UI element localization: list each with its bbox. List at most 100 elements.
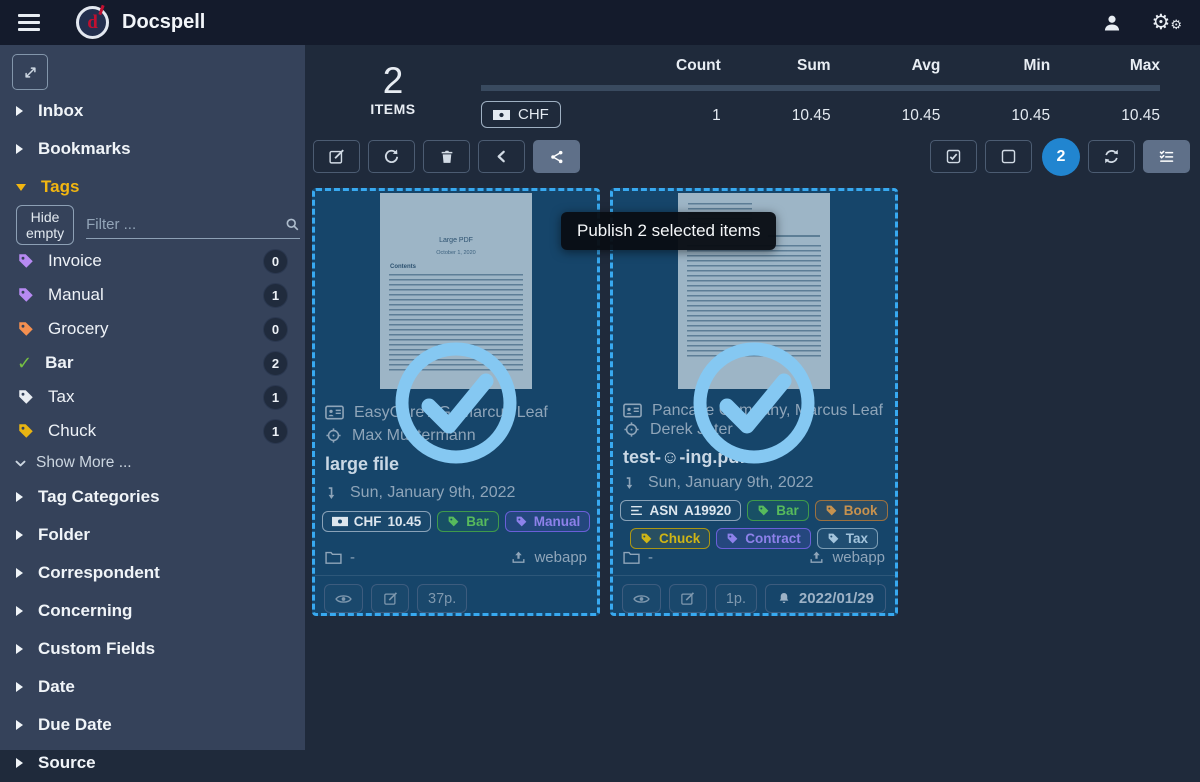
preview-button[interactable]	[324, 584, 363, 613]
badge-row: CHF 10.45 Bar Manual	[325, 511, 587, 532]
asn-badge: ASN A19920	[620, 500, 741, 521]
amount-badge: CHF 10.45	[322, 511, 432, 532]
sidebar-item-tags[interactable]: Tags	[0, 168, 305, 206]
card-footer: 1p. 2022/01/29	[613, 575, 895, 613]
tag-icon	[17, 422, 35, 440]
docspell-logo[interactable]: d	[76, 6, 109, 39]
select-all-button[interactable]	[930, 140, 977, 173]
item-card-list: Large PDF October 1, 2020 Contents EasyC…	[312, 188, 1200, 616]
bars-icon	[630, 505, 643, 516]
search-icon	[285, 217, 300, 232]
tag-icon	[447, 515, 460, 528]
trash-icon	[439, 148, 455, 165]
folder-icon	[325, 550, 342, 565]
folder-source-row: - webapp	[325, 549, 587, 575]
collapse-sidebar-button[interactable]	[12, 54, 48, 90]
arrow-down-icon	[325, 485, 340, 501]
main-content: 2 ITEMS Count Sum Avg Min Max CHF 1 10.4…	[305, 45, 1200, 750]
col-count: Count	[611, 57, 721, 85]
tag-filter-controls: Hide empty	[0, 206, 305, 244]
show-more-tags[interactable]: Show More ...	[0, 448, 305, 478]
tag-icon	[515, 515, 528, 528]
tag-badge-chuck: Chuck	[630, 528, 710, 549]
tag-count: 1	[263, 385, 288, 410]
item-card-large-file[interactable]: Large PDF October 1, 2020 Contents EasyC…	[312, 188, 600, 616]
publish-selected-button[interactable]	[533, 140, 580, 173]
tag-icon	[17, 320, 35, 338]
hide-empty-button[interactable]: Hide empty	[16, 205, 74, 245]
sidebar-item-bookmarks[interactable]: Bookmarks	[0, 130, 305, 168]
page-count-button[interactable]: 37p.	[417, 584, 467, 613]
item-card-test-ing-pdf[interactable]: Pancake Company, Marcus Leaf Derek Jeter…	[610, 188, 898, 616]
merge-selected-button[interactable]	[478, 140, 525, 173]
tag-filter-input[interactable]	[86, 216, 285, 233]
preview-button[interactable]	[622, 584, 661, 613]
delete-selected-button[interactable]	[423, 140, 470, 173]
share-icon	[549, 149, 565, 165]
correspondent-row: Pancake Company, Marcus Leaf	[623, 401, 885, 420]
menu-icon[interactable]	[18, 10, 40, 35]
reprocess-selected-button[interactable]	[368, 140, 415, 173]
money-bill-icon	[332, 516, 348, 527]
sync-icon	[1103, 148, 1120, 165]
tag-item-chuck[interactable]: Chuck 1	[0, 414, 305, 448]
list-view-button[interactable]	[1143, 140, 1190, 173]
caret-right-icon	[16, 106, 23, 116]
user-icon[interactable]	[1102, 13, 1122, 33]
tag-icon	[17, 252, 35, 270]
deselect-all-button[interactable]	[985, 140, 1032, 173]
edit-item-button[interactable]	[669, 584, 707, 613]
sidebar-item-custom-fields[interactable]: Custom Fields	[0, 630, 305, 668]
col-min: Min	[940, 57, 1050, 85]
eye-icon	[633, 592, 650, 606]
caret-right-icon	[16, 492, 23, 502]
crosshair-icon	[325, 427, 342, 444]
tag-item-grocery[interactable]: Grocery 0	[0, 312, 305, 346]
item-date-row: Sun, January 9th, 2022	[623, 474, 885, 493]
items-count: 2 ITEMS	[305, 57, 481, 128]
caret-right-icon	[16, 758, 23, 768]
sidebar-item-correspondent[interactable]: Correspondent	[0, 554, 305, 592]
card-footer: 37p.	[315, 575, 597, 613]
refresh-button[interactable]	[1088, 140, 1135, 173]
selection-toolbar: 2	[313, 140, 1190, 176]
sidebar-item-date[interactable]: Date	[0, 668, 305, 706]
sidebar-item-folder[interactable]: Folder	[0, 516, 305, 554]
items-count-label: ITEMS	[305, 101, 481, 117]
square-icon	[1000, 148, 1017, 165]
edit-item-button[interactable]	[371, 584, 409, 613]
publish-tooltip: Publish 2 selected items	[561, 212, 776, 250]
stat-avg: 10.45	[831, 94, 941, 125]
expand-icon	[23, 65, 38, 80]
folder-icon	[623, 550, 640, 565]
currency-chip: CHF	[481, 101, 561, 128]
tag-icon	[825, 504, 838, 517]
concerning-row: Max Mustermann	[325, 424, 587, 447]
item-date-row: Sun, January 9th, 2022	[325, 481, 587, 504]
settings-gears-icon[interactable]: ⚙⚙	[1152, 12, 1182, 33]
tag-item-manual[interactable]: Manual 1	[0, 278, 305, 312]
bell-icon	[777, 591, 791, 606]
edit-icon	[383, 591, 398, 606]
tag-count: 0	[263, 249, 288, 274]
upload-icon	[809, 550, 824, 565]
chevron-down-icon	[14, 457, 27, 470]
caret-right-icon	[16, 606, 23, 616]
source-label: webapp	[832, 549, 885, 566]
tag-badge-contract: Contract	[716, 528, 811, 549]
tag-item-tax[interactable]: Tax 1	[0, 380, 305, 414]
sidebar: Inbox Bookmarks Tags Hide empty Invoice …	[0, 45, 305, 750]
sidebar-item-tag-categories[interactable]: Tag Categories	[0, 478, 305, 516]
sidebar-item-inbox[interactable]: Inbox	[0, 92, 305, 130]
tag-item-invoice[interactable]: Invoice 0	[0, 244, 305, 278]
tag-item-bar[interactable]: ✓ Bar 2	[0, 346, 305, 380]
correspondent-row: EasyCare AG, Marcus Leaf	[325, 401, 587, 424]
stats-table: Count Sum Avg Min Max CHF 1 10.45 10.45 …	[481, 57, 1160, 128]
edit-selected-button[interactable]	[313, 140, 360, 173]
crosshair-icon	[623, 421, 640, 438]
badge-row-1: ASN A19920 Bar Book	[623, 500, 885, 521]
sidebar-item-concerning[interactable]: Concerning	[0, 592, 305, 630]
sidebar-item-due-date[interactable]: Due Date	[0, 706, 305, 744]
stat-count: 1	[611, 94, 721, 125]
page-count-button[interactable]: 1p.	[715, 584, 757, 613]
